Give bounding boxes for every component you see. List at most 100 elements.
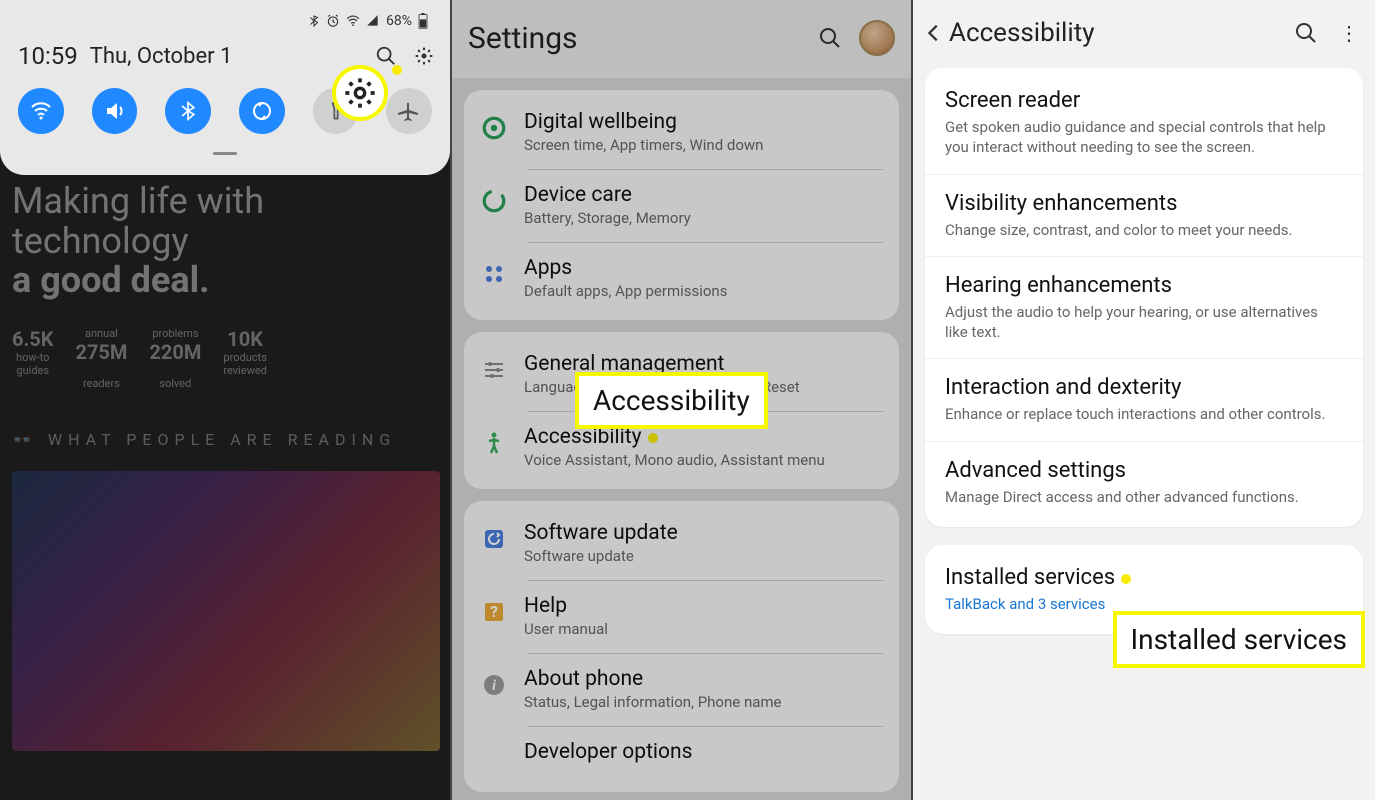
toggle-rotate[interactable]	[239, 88, 285, 134]
item-subtitle: Battery, Storage, Memory	[524, 209, 691, 227]
panel-accessibility: Accessibility ⋮ Screen reader Get spoken …	[913, 0, 1375, 800]
item-subtitle: Screen time, App timers, Wind down	[524, 136, 763, 154]
search-icon[interactable]	[1293, 20, 1319, 46]
toggle-airplane[interactable]	[386, 88, 432, 134]
svg-text:i: i	[492, 678, 496, 694]
a11y-item-interaction[interactable]: Interaction and dexterity Enhance or repl…	[925, 358, 1363, 440]
a11y-item-visibility[interactable]: Visibility enhancements Change size, cont…	[925, 174, 1363, 256]
item-subtitle: Status, Legal information, Phone name	[524, 693, 782, 711]
update-icon	[480, 525, 508, 553]
info-icon: i	[480, 671, 508, 699]
headline-line2: technology	[12, 222, 438, 262]
item-subtitle: Adjust the audio to help your hearing, o…	[945, 302, 1343, 343]
homescreen-content: Making life with technology a good deal.…	[0, 170, 450, 763]
item-title: Installed services	[945, 565, 1343, 590]
gear-icon[interactable]	[410, 42, 438, 70]
toggle-sound[interactable]	[92, 88, 138, 134]
accessibility-group: Screen reader Get spoken audio guidance a…	[925, 68, 1363, 527]
item-subtitle: Manage Direct access and other advanced …	[945, 487, 1343, 507]
quick-panel-header: 10:59 Thu, October 1	[18, 42, 438, 70]
devicecare-icon	[480, 187, 508, 215]
headline-line3: a good deal.	[12, 261, 438, 301]
battery-icon	[418, 13, 428, 29]
a11y-item-screenreader[interactable]: Screen reader Get spoken audio guidance a…	[925, 72, 1363, 174]
settings-header: Settings	[452, 0, 911, 78]
settings-item-help[interactable]: ? Help User manual	[464, 579, 899, 652]
item-title: Advanced settings	[945, 458, 1343, 483]
toggle-wifi[interactable]	[18, 88, 64, 134]
help-icon: ?	[480, 598, 508, 626]
accessibility-title: Accessibility	[949, 18, 1095, 48]
a11y-item-advanced[interactable]: Advanced settings Manage Direct access an…	[925, 441, 1363, 523]
callout-dot	[648, 433, 658, 443]
item-title: Hearing enhancements	[945, 273, 1343, 298]
callout-dot	[1121, 574, 1131, 584]
item-subtitle: Software update	[524, 547, 678, 565]
item-title: Apps	[524, 256, 727, 280]
accessibility-icon	[480, 429, 508, 457]
item-subtitle: Default apps, App permissions	[524, 282, 727, 300]
item-title: About phone	[524, 667, 782, 691]
profile-avatar[interactable]	[859, 20, 895, 56]
search-icon[interactable]	[817, 25, 843, 51]
item-title: Digital wellbeing	[524, 110, 763, 134]
status-bar: 68%	[12, 8, 438, 34]
callout-dot	[392, 65, 402, 75]
stats-row: 6.5Khow-toguides annual275Mreaders probl…	[12, 327, 438, 390]
toggle-bluetooth[interactable]	[165, 88, 211, 134]
item-title: Developer options	[524, 740, 692, 764]
item-title: Software update	[524, 521, 678, 545]
section-header: 👓 WHAT PEOPLE ARE READING	[12, 430, 438, 449]
highlighted-gear-icon[interactable]	[332, 65, 388, 121]
settings-item-devopt[interactable]: Developer options	[464, 725, 899, 786]
stat-item: 6.5Khow-toguides	[12, 327, 53, 390]
settings-item-apps[interactable]: Apps Default apps, App permissions	[464, 241, 899, 314]
wifi-icon	[346, 14, 360, 28]
item-title: Interaction and dexterity	[945, 375, 1343, 400]
braces-icon	[480, 744, 508, 772]
headline-line1: Making life with	[12, 182, 438, 222]
clock-date: Thu, October 1	[90, 44, 233, 69]
apps-icon	[480, 260, 508, 288]
panel-settings: Settings Digital wellbeing Screen time, A…	[450, 0, 913, 800]
svg-text:?: ?	[490, 602, 498, 621]
callout-accessibility: Accessibility	[575, 372, 768, 429]
a11y-item-hearing[interactable]: Hearing enhancements Adjust the audio to …	[925, 256, 1363, 359]
item-title: Screen reader	[945, 88, 1343, 113]
item-title: Help	[524, 594, 608, 618]
wellbeing-icon	[480, 114, 508, 142]
clock-time: 10:59	[18, 42, 78, 70]
settings-item-wellbeing[interactable]: Digital wellbeing Screen time, App timers…	[464, 96, 899, 168]
accessibility-list: Screen reader Get spoken audio guidance a…	[913, 68, 1375, 634]
item-title: Visibility enhancements	[945, 191, 1343, 216]
bluetooth-icon	[308, 15, 320, 27]
article-thumbnail[interactable]	[12, 471, 440, 751]
item-subtitle: Change size, contrast, and color to meet…	[945, 220, 1343, 240]
settings-title: Settings	[468, 21, 578, 56]
item-subtitle: Get spoken audio guidance and special co…	[945, 117, 1343, 158]
accessibility-header: Accessibility ⋮	[913, 0, 1375, 62]
back-icon[interactable]	[923, 22, 949, 44]
more-icon[interactable]: ⋮	[1335, 20, 1361, 46]
panel-drag-handle[interactable]	[213, 152, 237, 155]
item-subtitle: Voice Assistant, Mono audio, Assistant m…	[524, 451, 825, 469]
homepage-headline: Making life with technology a good deal.	[12, 182, 438, 301]
settings-item-software[interactable]: Software update Software update	[464, 507, 899, 579]
settings-list: Digital wellbeing Screen time, App timers…	[452, 90, 911, 792]
settings-group: Software update Software update ? Help Use…	[464, 501, 899, 792]
stat-item: 10Kproductsreviewed	[223, 327, 267, 390]
settings-item-about[interactable]: i About phone Status, Legal information, …	[464, 652, 899, 725]
settings-item-devicecare[interactable]: Device care Battery, Storage, Memory	[464, 168, 899, 241]
item-subtitle: User manual	[524, 620, 608, 638]
panel-quicksettings: 68% 10:59 Thu, October 1	[0, 0, 450, 800]
battery-percent: 68%	[386, 13, 412, 29]
sliders-icon	[480, 356, 508, 384]
settings-group: Digital wellbeing Screen time, App timers…	[464, 90, 899, 320]
signal-icon	[366, 14, 380, 28]
item-title: Device care	[524, 183, 691, 207]
stat-item: annual275Mreaders	[75, 327, 127, 390]
item-subtitle: Enhance or replace touch interactions an…	[945, 404, 1343, 424]
alarm-icon	[326, 14, 340, 28]
callout-installed-services: Installed services	[1113, 611, 1365, 668]
stat-item: problems220Msolved	[149, 327, 201, 390]
